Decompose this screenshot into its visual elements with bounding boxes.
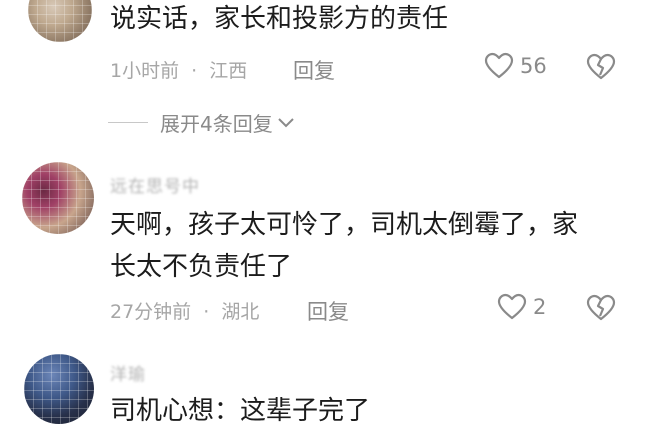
- reply-button[interactable]: 回复: [307, 296, 349, 326]
- comment-nickname[interactable]: 洋瑜: [110, 360, 146, 385]
- like-button[interactable]: 2: [497, 293, 546, 321]
- comment-text: 说实话，家长和投影方的责任: [110, 4, 449, 34]
- expand-replies-label: 展开4条回复: [160, 112, 273, 136]
- avatar[interactable]: [22, 162, 94, 234]
- avatar[interactable]: [24, 354, 94, 424]
- comment-time: 27分钟前: [110, 301, 192, 323]
- expand-replies-button[interactable]: 展开4条回复: [108, 108, 295, 137]
- comment-location: 江西: [209, 60, 248, 82]
- avatar[interactable]: [28, 0, 92, 42]
- like-count: 2: [533, 295, 547, 319]
- heart-icon: [497, 293, 527, 320]
- dislike-button[interactable]: [586, 294, 616, 326]
- meta-separator: ·: [191, 60, 198, 82]
- reply-button[interactable]: 回复: [293, 55, 335, 85]
- comment-text-line: 天啊，孩子太可怜了，司机太倒霉了，家: [110, 210, 579, 240]
- comment-location: 湖北: [221, 301, 260, 323]
- comment-nickname[interactable]: 远在思号中: [110, 172, 200, 197]
- like-count: 56: [520, 54, 547, 78]
- broken-heart-icon: [586, 53, 616, 80]
- comment-meta: 27分钟前 · 湖北: [110, 297, 259, 324]
- comment-text: 司机心想：这辈子完了: [110, 396, 371, 426]
- comment-meta: 1小时前 · 江西: [110, 56, 247, 83]
- chevron-down-icon: [278, 117, 294, 127]
- broken-heart-icon: [586, 294, 616, 321]
- divider-line: [108, 122, 148, 123]
- heart-icon: [484, 52, 514, 79]
- dislike-button[interactable]: [586, 53, 616, 85]
- comment-time: 1小时前: [110, 60, 180, 82]
- meta-separator: ·: [203, 301, 210, 323]
- comment-text-line: 长太不负责任了: [110, 252, 293, 282]
- like-button[interactable]: 56: [484, 52, 547, 80]
